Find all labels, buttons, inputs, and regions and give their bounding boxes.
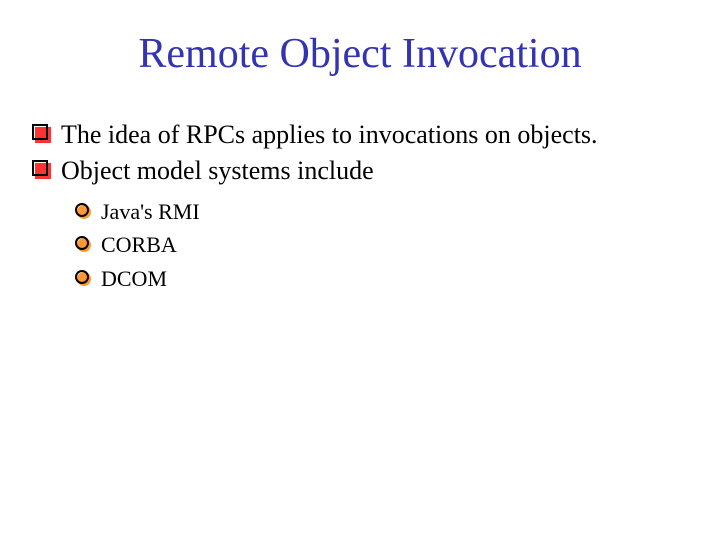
slide-title: Remote Object Invocation <box>35 30 685 78</box>
sub-bullet-text: CORBA <box>101 229 685 261</box>
bullet-text: Object model systems include <box>61 154 685 188</box>
sub-bullet-item: CORBA <box>77 229 685 261</box>
circle-bullet-icon <box>77 205 91 219</box>
sub-bullet-item: DCOM <box>77 263 685 295</box>
sub-bullet-text: DCOM <box>101 263 685 295</box>
bullet-list: The idea of RPCs applies to invocations … <box>35 118 685 188</box>
circle-bullet-icon <box>77 272 91 286</box>
circle-bullet-icon <box>77 238 91 252</box>
bullet-item: The idea of RPCs applies to invocations … <box>35 118 685 152</box>
slide-container: Remote Object Invocation The idea of RPC… <box>0 0 720 317</box>
sub-bullet-text: Java's RMI <box>101 196 685 228</box>
sub-bullet-list: Java's RMI CORBA DCOM <box>77 196 685 296</box>
sub-bullet-item: Java's RMI <box>77 196 685 228</box>
square-bullet-icon <box>35 163 51 179</box>
bullet-text: The idea of RPCs applies to invocations … <box>61 118 685 152</box>
bullet-item: Object model systems include <box>35 154 685 188</box>
square-bullet-icon <box>35 127 51 143</box>
